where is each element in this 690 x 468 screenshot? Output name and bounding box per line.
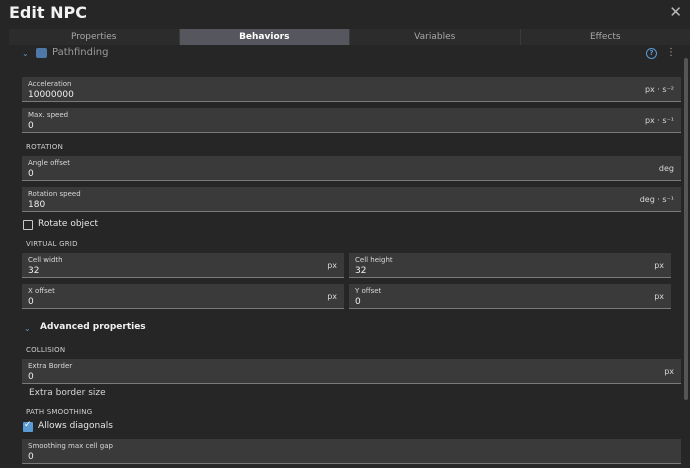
field-unit: px [327, 261, 337, 270]
field-label: Rotation speed [28, 190, 81, 198]
field-unit: px [654, 292, 664, 301]
path-smoothing-section-title: PATH SMOOTHING [26, 408, 93, 416]
field-label: Max. speed [28, 111, 69, 119]
field-label: Acceleration [28, 80, 72, 88]
extra-border-helper-text: Extra border size [29, 388, 106, 398]
close-icon[interactable]: ✕ [669, 3, 682, 21]
field-unit: px · s⁻² [644, 85, 674, 94]
field-unit: px · s⁻¹ [644, 116, 674, 125]
field-value[interactable]: 32 [355, 266, 366, 276]
tab-effects[interactable]: Effects [521, 29, 690, 45]
tab-variables[interactable]: Variables [350, 29, 521, 45]
field-value[interactable]: 180 [28, 200, 45, 210]
more-menu-icon[interactable]: ⋮ [666, 47, 676, 58]
field-value[interactable]: 0 [28, 452, 34, 462]
field-label: Y offset [355, 287, 382, 295]
field-unit: deg · s⁻¹ [639, 195, 674, 204]
tab-behaviors[interactable]: Behaviors [179, 29, 350, 45]
title-bar: Edit NPC ✕ [0, 0, 690, 27]
chevron-down-icon[interactable]: ⌄ [22, 49, 29, 58]
pathfinding-icon [36, 48, 47, 58]
field-value[interactable]: 0 [28, 372, 34, 382]
field-label: Angle offset [28, 159, 70, 167]
tab-bar: Properties Behaviors Variables Effects [9, 29, 690, 45]
tab-properties[interactable]: Properties [9, 29, 180, 45]
cell-width-field[interactable]: Cell width 32 px [22, 253, 344, 278]
field-unit: deg [658, 164, 674, 173]
field-unit: px [654, 261, 664, 270]
allows-diagonals-checkbox[interactable] [23, 420, 33, 432]
x-offset-field[interactable]: X offset 0 px [22, 284, 344, 309]
rotate-object-checkbox[interactable] [23, 220, 33, 230]
rotation-speed-field[interactable]: Rotation speed 180 deg · s⁻¹ [22, 187, 681, 212]
dialog-title: Edit NPC [9, 3, 87, 22]
behavior-header[interactable]: ⌄ Pathfinding ? ⋮ [9, 46, 681, 62]
field-unit: px [664, 367, 674, 376]
rotate-object-label: Rotate object [38, 219, 99, 229]
advanced-properties-toggle[interactable]: Advanced properties [40, 322, 146, 332]
allows-diagonals-label: Allows diagonals [38, 421, 113, 431]
chevron-down-icon[interactable]: ⌄ [24, 324, 31, 333]
field-value[interactable]: 0 [355, 297, 361, 307]
field-value[interactable]: 0 [28, 121, 34, 131]
behavior-panel: ⌄ Pathfinding ? ⋮ Acceleration 10000000 … [9, 46, 690, 468]
cell-height-field[interactable]: Cell height 32 px [349, 253, 671, 278]
rotation-section-title: ROTATION [26, 143, 64, 151]
field-label: Cell width [28, 256, 63, 264]
field-value[interactable]: 32 [28, 266, 39, 276]
max-speed-field[interactable]: Max. speed 0 px · s⁻¹ [22, 108, 681, 133]
collision-section-title: COLLISION [26, 346, 66, 354]
field-label: Cell height [355, 256, 393, 264]
field-value[interactable]: 10000000 [28, 90, 74, 100]
field-unit: px [327, 292, 337, 301]
help-icon[interactable]: ? [646, 48, 657, 59]
behavior-name: Pathfinding [52, 47, 109, 58]
field-value[interactable]: 0 [28, 297, 34, 307]
virtual-grid-section-title: VIRTUAL GRID [26, 240, 78, 248]
field-value[interactable]: 0 [28, 169, 34, 179]
acceleration-field[interactable]: Acceleration 10000000 px · s⁻² [22, 77, 681, 102]
y-offset-field[interactable]: Y offset 0 px [349, 284, 671, 309]
field-label: Smoothing max cell gap [28, 442, 113, 450]
field-label: X offset [28, 287, 55, 295]
extra-border-field[interactable]: Extra Border 0 px [22, 359, 681, 384]
field-label: Extra Border [28, 362, 73, 370]
angle-offset-field[interactable]: Angle offset 0 deg [22, 156, 681, 181]
smoothing-max-cell-gap-field[interactable]: Smoothing max cell gap 0 [22, 439, 681, 464]
